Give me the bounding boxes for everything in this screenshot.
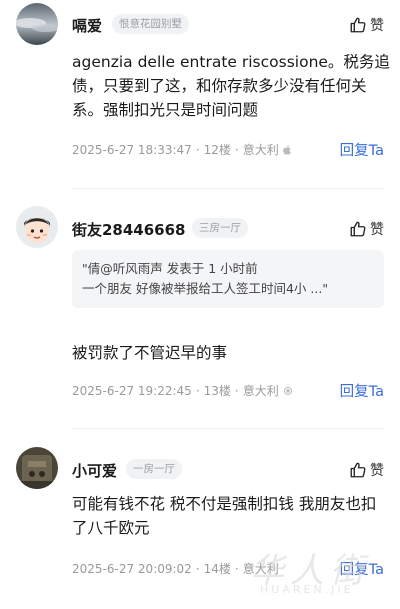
quote-line: 一个朋友 好像被举报给工人签工时间4小 ..." bbox=[82, 281, 329, 296]
thumbs-up-icon bbox=[350, 462, 366, 478]
site-watermark: 华人街 HUAREN.JIE bbox=[240, 543, 390, 603]
floor-number: 14楼 bbox=[203, 562, 231, 576]
comment-text: agenzia delle entrate riscossione。税务追债，只… bbox=[72, 53, 390, 119]
like-button[interactable]: 赞 bbox=[349, 15, 384, 35]
apple-icon bbox=[282, 144, 291, 155]
location: 意大利 bbox=[242, 384, 279, 398]
floor-number: 12楼 bbox=[203, 143, 231, 157]
thumbs-up-icon bbox=[350, 221, 366, 237]
like-label: 赞 bbox=[370, 222, 384, 238]
username[interactable]: 小可爱 bbox=[72, 460, 117, 481]
comment-text: 被罚款了不管迟早的事 bbox=[72, 344, 228, 362]
reply-button[interactable]: 回复Ta bbox=[340, 139, 384, 160]
divider bbox=[72, 188, 384, 189]
location: 意大利 bbox=[242, 143, 279, 157]
like-label: 赞 bbox=[370, 18, 384, 34]
user-level-tag: 一房一厅 bbox=[126, 459, 182, 479]
comment-date: 2025-6-27 20:09:02 bbox=[72, 561, 192, 576]
reply-button[interactable]: 回复Ta bbox=[340, 380, 384, 401]
avatar[interactable] bbox=[16, 447, 58, 489]
like-button[interactable]: 赞 bbox=[349, 219, 384, 239]
watermark-en: HUAREN.JIE bbox=[260, 583, 354, 596]
user-level-tag: 三房一厅 bbox=[192, 218, 248, 238]
like-label: 赞 bbox=[370, 463, 384, 479]
comment-meta: 2025-6-27 18:33:47 · 12楼 · 意大利 bbox=[72, 141, 293, 158]
avatar[interactable] bbox=[16, 3, 58, 45]
user-level-tag: 恨意花园别墅 bbox=[112, 14, 189, 34]
quoted-reply[interactable]: "倩@听风雨声 发表于 1 小时前 一个朋友 好像被举报给工人签工时间4小 ..… bbox=[72, 250, 384, 308]
thumbs-up-icon bbox=[350, 17, 366, 33]
username[interactable]: 街友28446668 bbox=[72, 219, 186, 240]
comment-date: 2025-6-27 18:33:47 bbox=[72, 142, 192, 157]
floor-number: 13楼 bbox=[203, 384, 231, 398]
avatar[interactable] bbox=[16, 206, 58, 248]
comment-date: 2025-6-27 19:22:45 bbox=[72, 383, 192, 398]
device-icon bbox=[283, 386, 292, 395]
comment-meta: 2025-6-27 19:22:45 · 13楼 · 意大利 bbox=[72, 382, 294, 399]
like-button[interactable]: 赞 bbox=[349, 460, 384, 480]
quote-line: "倩@听风雨声 发表于 1 小时前 bbox=[82, 261, 258, 276]
divider bbox=[72, 428, 384, 429]
username[interactable]: 嗝爱 bbox=[72, 15, 102, 36]
comment-text: 可能有钱不花 税不付是强制扣钱 我朋友也扣了八千欧元 bbox=[72, 495, 377, 537]
